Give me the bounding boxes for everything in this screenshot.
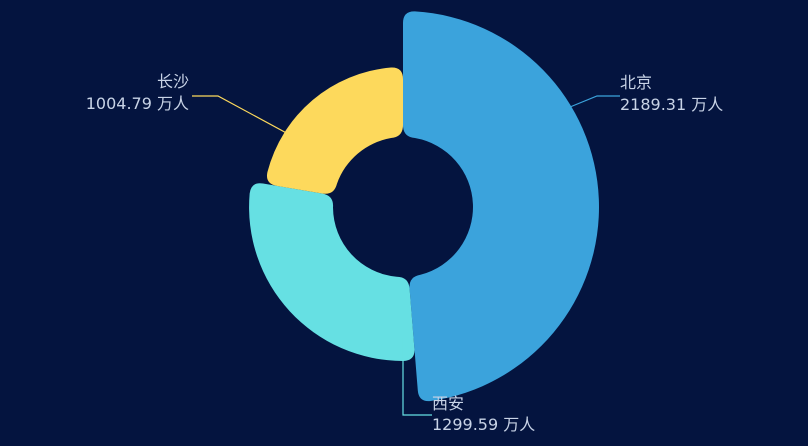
label-leader-line-1 (569, 95, 620, 108)
label-leader-line-3 (192, 95, 293, 137)
slice-label-name-3: 长沙 (157, 72, 189, 91)
chart-canvas: 北京 2189.31 万人西安 1299.59 万人 长沙 1004.79 万人 (86, 11, 723, 434)
slice-3[interactable] (266, 67, 403, 194)
slice-label-value-3: 1004.79 万人 (86, 94, 189, 113)
slice-label-name-1: 北京 (620, 73, 652, 92)
slice-label-value-1: 2189.31 万人 (620, 95, 723, 114)
rose-donut-chart: 北京 2189.31 万人西安 1299.59 万人 长沙 1004.79 万人 (0, 0, 808, 442)
slice-label-value-2: 1299.59 万人 (432, 415, 535, 434)
slice-1[interactable] (403, 11, 600, 402)
slice-label-name-2: 西安 (432, 394, 464, 413)
slice-2[interactable] (249, 183, 415, 361)
